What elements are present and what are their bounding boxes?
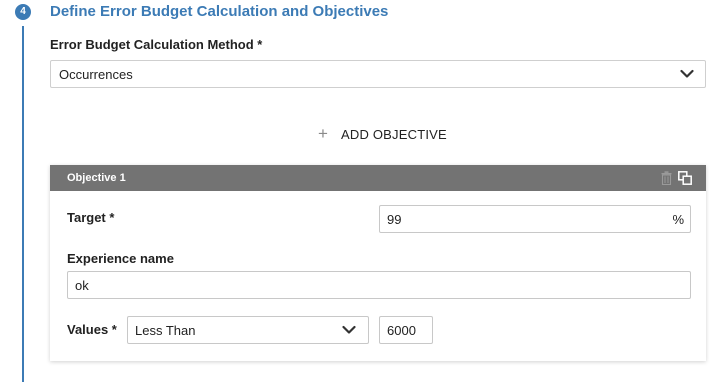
- values-threshold-input[interactable]: 6000: [379, 316, 433, 344]
- experience-name-label: Experience name: [67, 251, 174, 266]
- target-value: 99: [387, 212, 402, 227]
- experience-name-input[interactable]: ok: [67, 271, 691, 299]
- duplicate-icon[interactable]: [678, 171, 692, 185]
- values-operator-value: Less Than: [135, 323, 196, 338]
- objective-card-header: Objective 1: [50, 165, 706, 191]
- chevron-down-icon: [342, 325, 356, 334]
- values-threshold-value: 6000: [387, 323, 416, 338]
- step-title: Define Error Budget Calculation and Obje…: [50, 3, 389, 20]
- experience-name-value: ok: [75, 278, 89, 293]
- step-connector-line: [22, 26, 24, 382]
- plus-icon: +: [318, 124, 328, 143]
- error-budget-method-value: Occurrences: [59, 67, 133, 82]
- step-number-badge: 4: [15, 4, 31, 20]
- chevron-down-icon: [680, 69, 694, 78]
- error-budget-method-select[interactable]: Occurrences: [50, 60, 706, 88]
- target-input[interactable]: 99 %: [379, 205, 691, 233]
- error-budget-method-label: Error Budget Calculation Method *: [50, 37, 263, 52]
- objective-title: Objective 1: [67, 172, 126, 184]
- trash-icon[interactable]: [661, 171, 672, 185]
- target-label: Target *: [67, 210, 115, 225]
- values-operator-select[interactable]: Less Than: [127, 316, 369, 344]
- percent-suffix: %: [672, 212, 684, 227]
- objective-card: Objective 1 Target * 99 % Experience nam…: [50, 165, 706, 361]
- values-label: Values *: [67, 322, 117, 337]
- add-objective-label: ADD OBJECTIVE: [341, 127, 447, 142]
